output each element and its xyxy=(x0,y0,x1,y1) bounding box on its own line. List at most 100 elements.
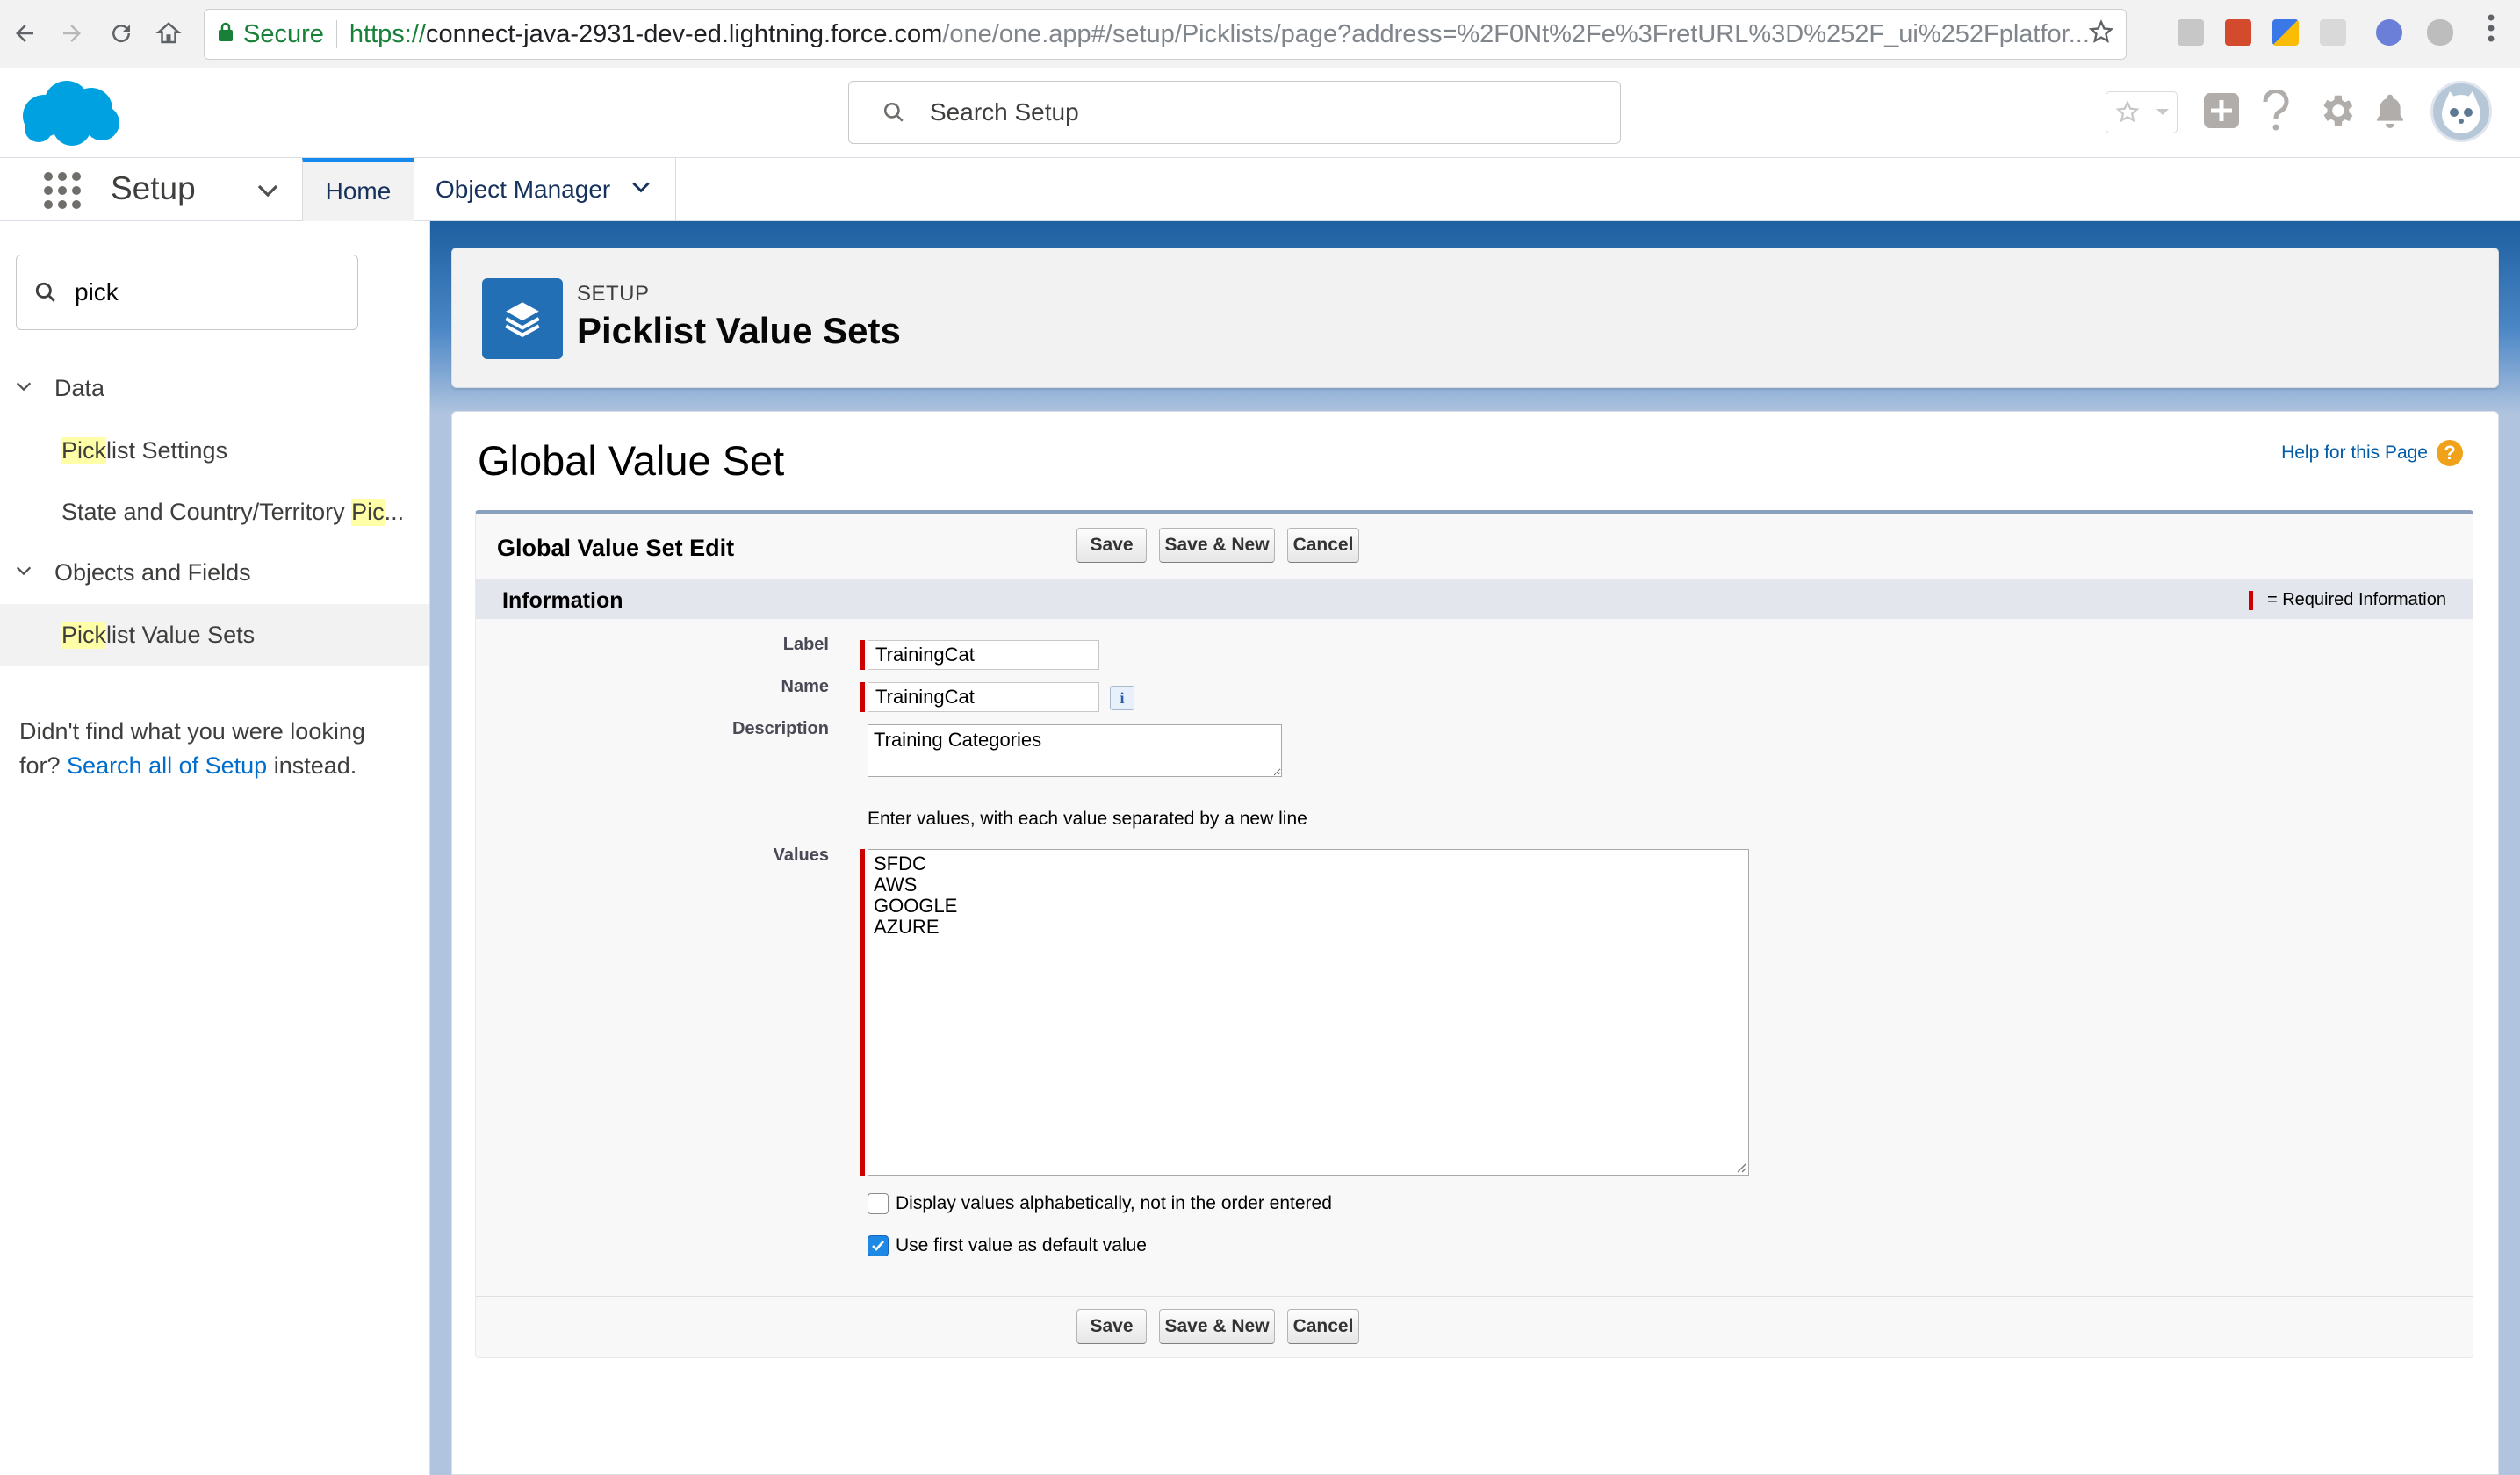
description-field-label: Description xyxy=(731,719,829,738)
avatar[interactable] xyxy=(2430,81,2492,142)
favorites-star-icon[interactable] xyxy=(2106,92,2149,133)
browser-chrome: Secure https:// connect-java-2931-dev-ed… xyxy=(0,0,2520,68)
value-line: AWS xyxy=(874,874,918,896)
resize-handle-icon[interactable] xyxy=(1734,1161,1746,1173)
page-title: Picklist Value Sets xyxy=(577,310,901,351)
values-help-text: Enter values, with each value separated … xyxy=(868,809,1307,829)
sidebar-item-picklist-value-sets[interactable]: Pick list Value Sets xyxy=(0,604,429,666)
cancel-button[interactable]: Cancel xyxy=(1287,1309,1359,1344)
sidebar-item-state-country-picklists[interactable]: State and Country/Territory Pic... xyxy=(0,481,429,543)
checkmark-icon xyxy=(872,1241,884,1251)
sidebar-item-label: list Value Sets xyxy=(106,621,256,648)
extension-icon[interactable] xyxy=(2320,19,2346,46)
sidebar-item-label: State and Country/Territory xyxy=(61,498,352,525)
edit-block: Global Value Set Edit Save Save & New Ca… xyxy=(475,510,2473,1358)
sidebar-item-picklist-settings[interactable]: Pick list Settings xyxy=(0,420,429,481)
chevron-down-icon[interactable] xyxy=(2149,92,2177,133)
search-icon xyxy=(883,102,904,122)
reload-icon[interactable] xyxy=(102,14,140,53)
tab-home[interactable]: Home xyxy=(302,158,414,221)
chevron-down-icon[interactable] xyxy=(14,375,33,402)
values-textarea[interactable]: SFDC AWS GOOGLE AZURE xyxy=(868,849,1749,1176)
tree-section-objects-and-fields[interactable]: Objects and Fields xyxy=(0,548,430,597)
values-field-label: Values xyxy=(773,845,829,865)
add-icon[interactable] xyxy=(2202,91,2241,130)
save-and-new-button[interactable]: Save & New xyxy=(1159,1309,1275,1344)
required-legend-text: = Required Information xyxy=(2266,590,2446,609)
tab-label: Home xyxy=(325,177,392,205)
quick-find-input[interactable] xyxy=(75,278,338,306)
extension-icon[interactable] xyxy=(2376,19,2402,46)
quick-find[interactable] xyxy=(16,255,358,330)
value-line: SFDC xyxy=(874,853,926,874)
more-menu-icon[interactable] xyxy=(2487,12,2495,52)
gear-icon[interactable] xyxy=(2315,88,2358,133)
help-link-label: Help for this Page xyxy=(2281,442,2428,463)
extension-icon[interactable] xyxy=(2225,19,2251,46)
help-icon[interactable] xyxy=(2258,88,2293,133)
alphabetical-checkbox-row[interactable]: Display values alphabetically, not in th… xyxy=(868,1193,1332,1214)
chevron-down-icon[interactable] xyxy=(255,177,281,208)
favorites-button[interactable] xyxy=(2106,91,2178,133)
label-input[interactable] xyxy=(868,640,1099,670)
section-title: Information xyxy=(502,588,623,613)
tree-section-label: Data xyxy=(54,374,105,401)
secure-label: Secure xyxy=(243,19,324,48)
waffle-icon[interactable] xyxy=(44,172,81,209)
address-bar[interactable]: Secure https:// connect-java-2931-dev-ed… xyxy=(204,9,2127,60)
required-marker xyxy=(860,849,865,1176)
global-header xyxy=(0,68,2520,158)
chevron-down-icon[interactable] xyxy=(14,559,33,586)
search-highlight: Pick xyxy=(61,436,107,464)
search-all-setup-link[interactable]: Search all of Setup xyxy=(67,752,267,779)
divider xyxy=(335,20,337,48)
bookmark-star-icon[interactable] xyxy=(2087,18,2115,54)
stack-icon xyxy=(482,278,563,359)
save-button[interactable]: Save xyxy=(1076,1309,1147,1344)
sidebar-item-label: ... xyxy=(384,498,405,525)
tab-object-manager[interactable]: Object Manager xyxy=(414,158,676,221)
url-host: connect-java-2931-dev-ed.lightning.force… xyxy=(425,19,943,48)
tree-section-data[interactable]: Data xyxy=(0,363,430,413)
information-section-bar: Information = Required Information xyxy=(476,579,2473,619)
default-value-checkbox[interactable] xyxy=(868,1235,889,1256)
alphabetical-checkbox[interactable] xyxy=(868,1193,889,1214)
checkbox-label: Use first value as default value xyxy=(896,1235,1147,1256)
bell-icon[interactable] xyxy=(2371,88,2409,133)
label-field-label: Label xyxy=(782,635,829,654)
not-found-text: instead. xyxy=(273,752,357,779)
global-search-input[interactable] xyxy=(930,98,1544,126)
home-icon[interactable] xyxy=(149,14,188,53)
info-icon[interactable]: i xyxy=(1110,686,1134,710)
app-navigation-bar: Setup Home Object Manager xyxy=(0,158,2520,221)
save-button[interactable]: Save xyxy=(1076,528,1147,563)
cancel-button[interactable]: Cancel xyxy=(1287,528,1359,563)
edit-block-header: Global Value Set Edit Save Save & New Ca… xyxy=(476,514,2473,579)
tree-section-label: Objects and Fields xyxy=(54,558,251,586)
save-and-new-button[interactable]: Save & New xyxy=(1159,528,1275,563)
setup-sidebar: Data Picklist Settings State and Country… xyxy=(0,221,430,1475)
global-search[interactable] xyxy=(848,81,1621,144)
chevron-down-icon[interactable] xyxy=(630,176,652,205)
name-input[interactable] xyxy=(868,682,1099,712)
name-field-label: Name xyxy=(781,677,829,696)
help-for-page-link[interactable]: Help for this Page ? xyxy=(2281,440,2463,466)
extension-icon[interactable] xyxy=(2272,19,2299,46)
extension-icon[interactable] xyxy=(2427,19,2453,46)
salesforce-logo[interactable] xyxy=(18,76,121,149)
content-card: Global Value Set Help for this Page ? Gl… xyxy=(451,411,2499,1475)
extension-icon[interactable] xyxy=(2178,19,2204,46)
value-line: GOOGLE xyxy=(874,895,958,917)
section-heading: Global Value Set xyxy=(478,437,785,484)
default-value-checkbox-row[interactable]: Use first value as default value xyxy=(868,1235,1147,1256)
back-icon[interactable] xyxy=(5,14,44,53)
required-marker xyxy=(2248,590,2253,610)
search-highlight: Pic xyxy=(351,498,385,526)
help-icon: ? xyxy=(2437,440,2463,466)
search-icon xyxy=(35,282,55,302)
not-found-message: Didn't find what you were looking for? S… xyxy=(19,715,406,783)
url-scheme: https:// xyxy=(349,19,426,48)
forward-icon[interactable] xyxy=(53,14,91,53)
description-textarea[interactable]: Training Categories xyxy=(868,724,1282,777)
tab-label: Object Manager xyxy=(436,176,611,203)
